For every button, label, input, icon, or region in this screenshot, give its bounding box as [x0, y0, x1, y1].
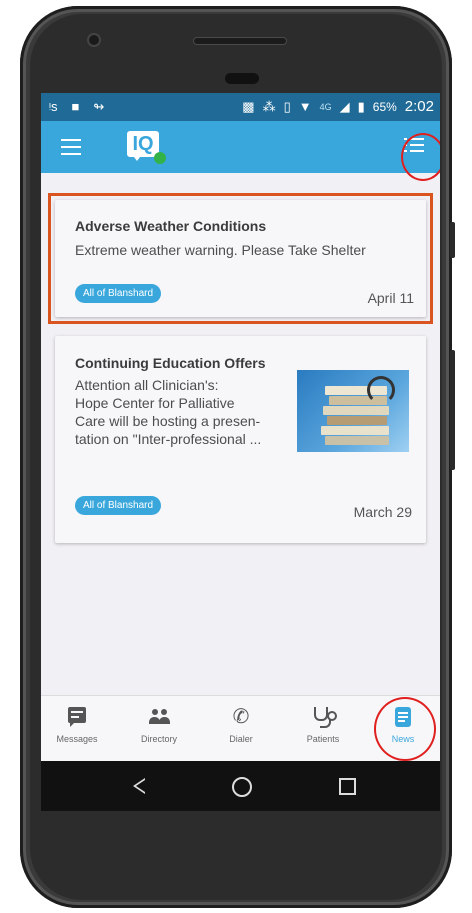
missed-call-icon: ↬ [93, 99, 105, 114]
audience-tag: All of Blanshard [75, 496, 162, 515]
annotation-highlight-box [48, 193, 433, 324]
system-nav-bar [41, 761, 440, 811]
phone-screen: ᵎs ■ ↬ ▩ ⁂ ▯ ▼ 4G ◢ ▮ 65% 2:02 IQ Advers… [41, 93, 440, 811]
book [325, 436, 389, 445]
earpiece-speaker [194, 38, 286, 44]
news-date: March 29 [353, 504, 412, 520]
stethoscope-icon [367, 376, 395, 404]
android-icon: ■ [71, 99, 80, 114]
news-body-line: tation on "Inter-professional ... [75, 431, 262, 447]
news-thumbnail-books [297, 370, 409, 452]
news-body-line: Hope Center for Palliative [75, 395, 235, 411]
side-button [450, 350, 455, 470]
book [327, 416, 387, 425]
battery-icon: ▮ [357, 98, 365, 114]
home-icon[interactable] [232, 777, 252, 797]
signal-icon: ◢ [339, 98, 350, 114]
book [321, 426, 389, 435]
news-title: Continuing Education Offers [75, 355, 266, 371]
online-status-dot [154, 152, 166, 164]
menu-icon[interactable] [61, 139, 81, 155]
nfc-icon: ᵎs [49, 99, 58, 114]
cast-icon: ▩ [242, 98, 255, 114]
recent-apps-icon[interactable] [339, 778, 356, 795]
nav-directory[interactable]: Directory [129, 706, 189, 744]
front-camera [89, 35, 99, 45]
people-icon [148, 706, 170, 728]
phone-icon: ✆ [232, 706, 250, 728]
news-body-line: Attention all Clinician's: [75, 377, 219, 393]
annotation-circle-news [374, 697, 436, 761]
back-icon[interactable] [133, 778, 145, 794]
book [323, 406, 389, 415]
nav-label: Patients [306, 734, 340, 744]
bluetooth-icon: ⁂ [262, 98, 276, 114]
nav-label: Dialer [229, 734, 253, 744]
vibrate-icon: ▯ [283, 98, 291, 114]
battery-percent: 65% [372, 99, 397, 114]
nav-patients[interactable]: Patients [293, 706, 353, 744]
news-body: Attention all Clinician's: Hope Center f… [75, 376, 295, 448]
network-type: 4G [319, 101, 332, 112]
news-body-line: Care will be hosting a presen- [75, 413, 261, 429]
app-bar: IQ [41, 121, 440, 173]
nav-label: Directory [140, 734, 177, 744]
nav-label: Messages [56, 734, 98, 744]
proximity-sensor [225, 73, 259, 84]
logo-text: IQ [127, 131, 159, 157]
stethoscope-icon [312, 706, 337, 728]
wifi-icon: ▼ [298, 98, 312, 114]
volume-button [450, 222, 455, 258]
annotation-circle-list-view [401, 133, 440, 181]
nav-dialer[interactable]: ✆ Dialer [211, 706, 271, 744]
status-bar: ᵎs ■ ↬ ▩ ⁂ ▯ ▼ 4G ◢ ▮ 65% 2:02 [41, 93, 440, 121]
clock: 2:02 [404, 98, 434, 115]
nav-messages[interactable]: Messages [47, 706, 107, 744]
app-logo: IQ [127, 131, 166, 164]
message-icon [66, 706, 88, 728]
